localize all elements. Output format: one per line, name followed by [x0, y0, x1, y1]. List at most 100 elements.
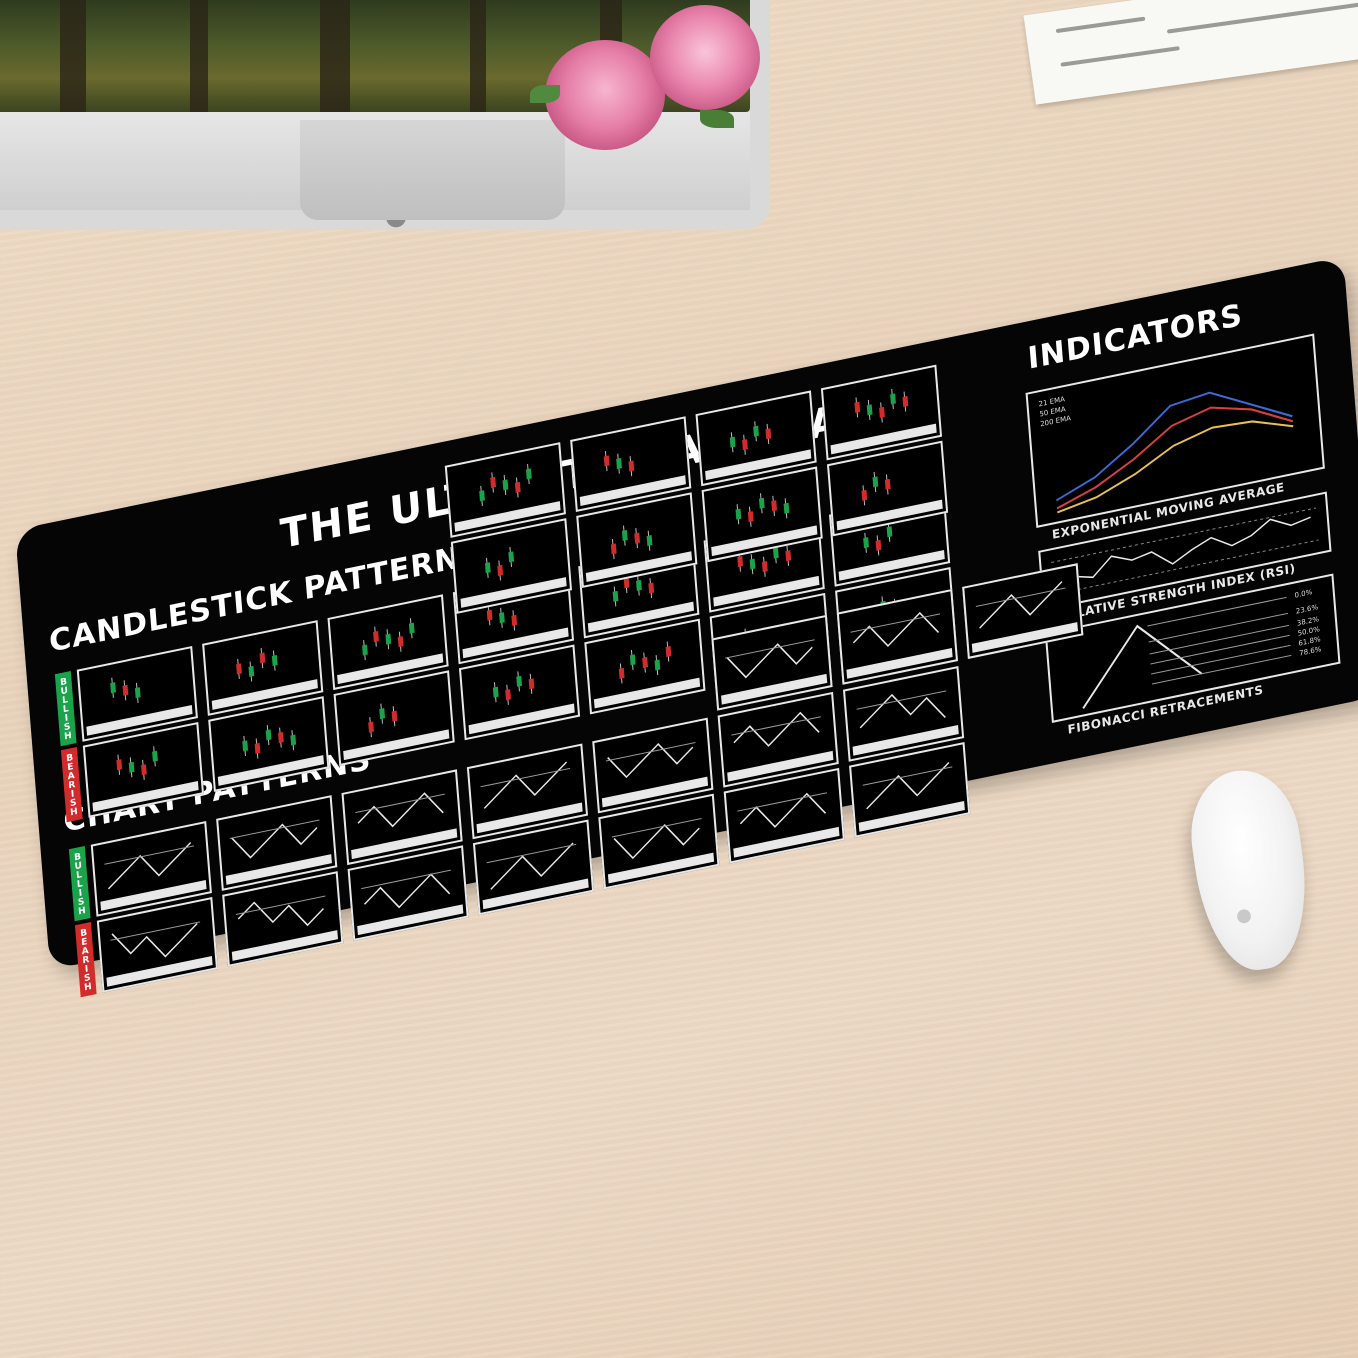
candle-body [879, 406, 885, 418]
trend-line [355, 793, 445, 814]
bullish-chart-label: BULLISH [68, 845, 91, 922]
candle-body [502, 479, 509, 491]
candle-body [866, 404, 873, 416]
candle-body [508, 551, 515, 563]
candle-body [265, 729, 272, 741]
pattern-line [364, 873, 451, 909]
trend-line [104, 845, 195, 865]
candle-body [290, 734, 297, 746]
pattern-line [852, 611, 940, 648]
trend-line [731, 716, 821, 736]
candle-body [134, 687, 141, 699]
candle-body [278, 731, 284, 743]
candle-body [854, 401, 861, 413]
trend-line [856, 690, 947, 710]
candle-body [379, 708, 386, 720]
candle-body [516, 675, 523, 687]
candle-body [863, 537, 869, 549]
candle-body [654, 659, 661, 671]
candle-body [612, 590, 619, 602]
candle-body [646, 535, 653, 547]
tree-trunk [60, 0, 86, 112]
trend-line [862, 766, 953, 786]
candle-body [742, 439, 748, 451]
candle-body [634, 532, 641, 544]
candle-body [391, 710, 398, 722]
candle-body [753, 425, 759, 437]
fib-level-line [1147, 596, 1287, 627]
pattern-line [357, 792, 444, 828]
tree-trunk [190, 0, 208, 112]
candle-body [610, 543, 617, 555]
trend-line [235, 895, 326, 915]
fib-price-line [1082, 624, 1203, 709]
pattern-line [733, 711, 820, 747]
pattern-line [237, 901, 324, 927]
candle-body [242, 740, 249, 752]
candle-body [729, 436, 736, 448]
bullish-candle-label: BULLISH [54, 670, 77, 747]
paper-text-line [1055, 16, 1146, 34]
candle-body [397, 636, 404, 648]
candle-body [514, 481, 521, 493]
tree-trunk [470, 0, 486, 112]
monitor-stand [300, 120, 565, 220]
candle-body [902, 395, 909, 407]
flower-leaf [700, 110, 734, 128]
candle-body [628, 460, 635, 472]
pattern-line [726, 643, 813, 679]
ema-line-21 [1055, 391, 1293, 502]
candle-body [484, 562, 491, 574]
candle-body [616, 457, 622, 469]
pattern-line [613, 824, 700, 860]
candle-body [665, 646, 672, 658]
pattern-line [859, 693, 946, 729]
trend-line [850, 613, 941, 633]
candle-body [248, 665, 255, 677]
pattern-line [490, 842, 574, 890]
candle-body [773, 547, 779, 559]
candle-body [490, 476, 497, 488]
candle-body [497, 564, 504, 576]
candle-body [373, 631, 379, 643]
pink-flower [545, 40, 665, 150]
candle-body [525, 468, 532, 480]
candle-body [479, 490, 485, 502]
candle-body [636, 579, 642, 591]
candle-body [621, 529, 628, 542]
candle-body [886, 526, 893, 538]
paper-text-line [1166, 1, 1358, 34]
candle-body [642, 656, 648, 668]
candle-body [110, 682, 116, 694]
pattern-line [483, 761, 568, 809]
candle-body [648, 582, 655, 594]
candle-body [603, 455, 610, 467]
candle-body [362, 644, 368, 656]
candle-body [499, 612, 505, 624]
candle-body [122, 684, 129, 696]
candle-body [737, 556, 744, 568]
candle-body [486, 609, 493, 621]
candle-body [861, 489, 868, 501]
candle-body [758, 497, 765, 509]
candle-body [385, 633, 392, 645]
mouse-logo-icon: ● [1234, 904, 1254, 927]
candle-body [236, 663, 242, 675]
pattern-line [107, 841, 192, 890]
pattern-line [231, 823, 318, 859]
candle-body [618, 667, 625, 679]
candle-body [765, 428, 772, 440]
candle-body [749, 558, 756, 570]
candle-body [511, 614, 518, 626]
candle-body [116, 759, 123, 771]
candle-body [875, 539, 882, 551]
tree-trunk [320, 0, 350, 112]
candle-body [785, 550, 792, 562]
paper-text-line [1060, 46, 1180, 67]
candle-body [128, 761, 135, 773]
candle-body [890, 393, 896, 405]
flower-leaf [530, 85, 560, 103]
candle-body [629, 654, 636, 666]
candle-body [259, 652, 266, 664]
trend-line [361, 869, 451, 890]
